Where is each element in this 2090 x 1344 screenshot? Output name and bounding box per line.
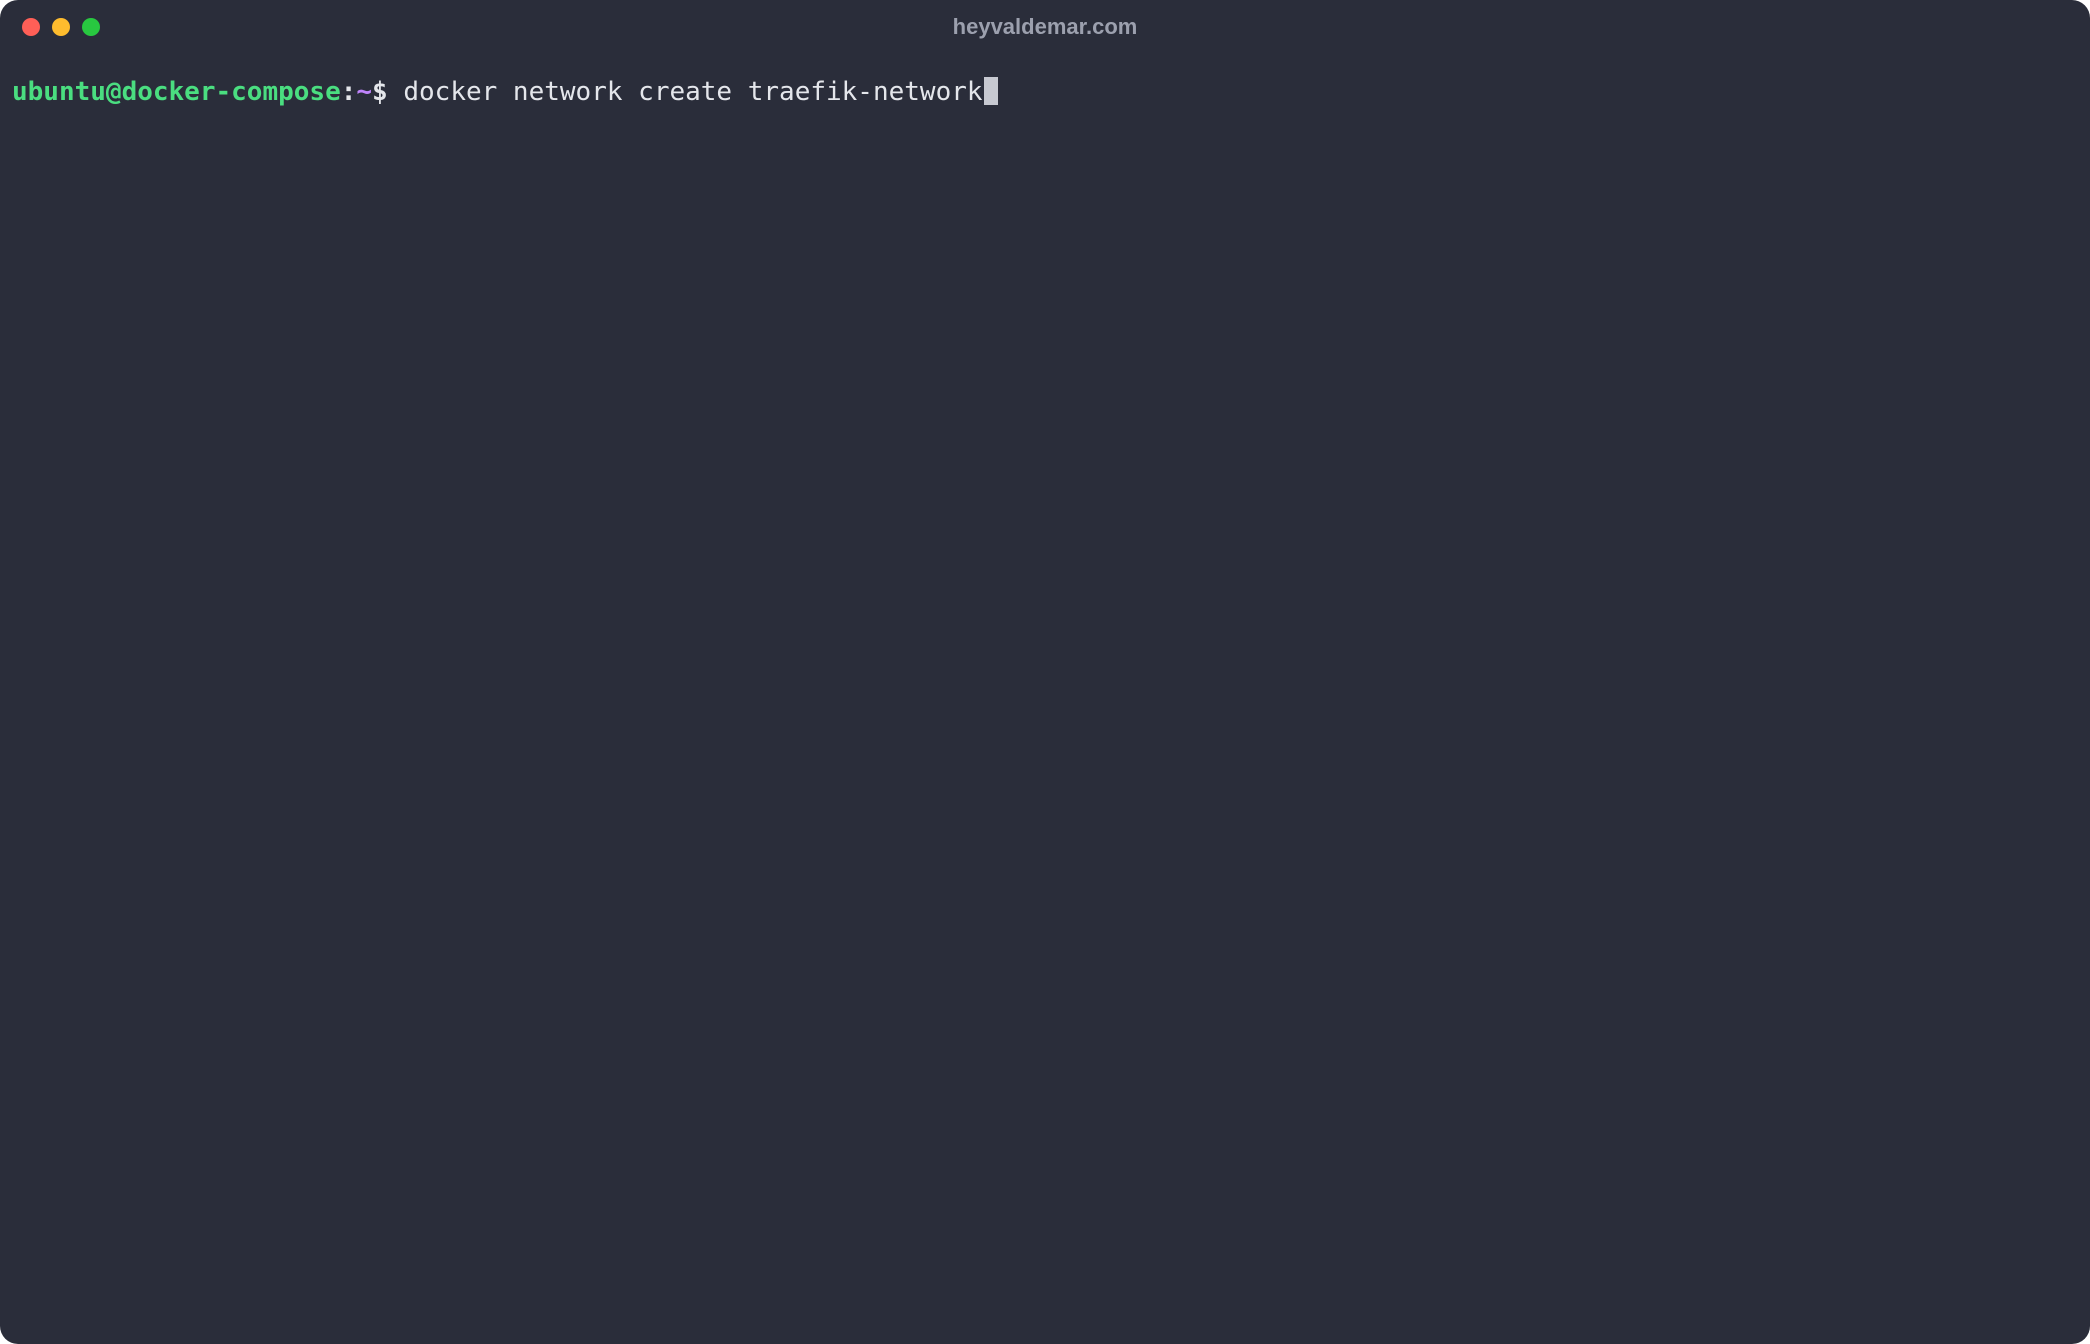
prompt-line: ubuntu@docker-compose:~$ docker network …: [12, 74, 2078, 110]
prompt-colon: :: [341, 74, 357, 110]
prompt-user-host: ubuntu@docker-compose: [12, 74, 341, 110]
prompt-path: ~: [356, 74, 372, 110]
prompt-symbol: $: [372, 74, 388, 110]
window-title: heyvaldemar.com: [953, 14, 1138, 40]
titlebar: heyvaldemar.com: [0, 0, 2090, 54]
traffic-lights: [22, 18, 100, 36]
close-button[interactable]: [22, 18, 40, 36]
maximize-button[interactable]: [82, 18, 100, 36]
cursor-icon: [984, 77, 998, 105]
command-text: docker network create traefik-network: [403, 74, 982, 110]
minimize-button[interactable]: [52, 18, 70, 36]
prompt-space: [388, 74, 404, 110]
terminal-body[interactable]: ubuntu@docker-compose:~$ docker network …: [0, 54, 2090, 1344]
terminal-window: heyvaldemar.com ubuntu@docker-compose:~$…: [0, 0, 2090, 1344]
